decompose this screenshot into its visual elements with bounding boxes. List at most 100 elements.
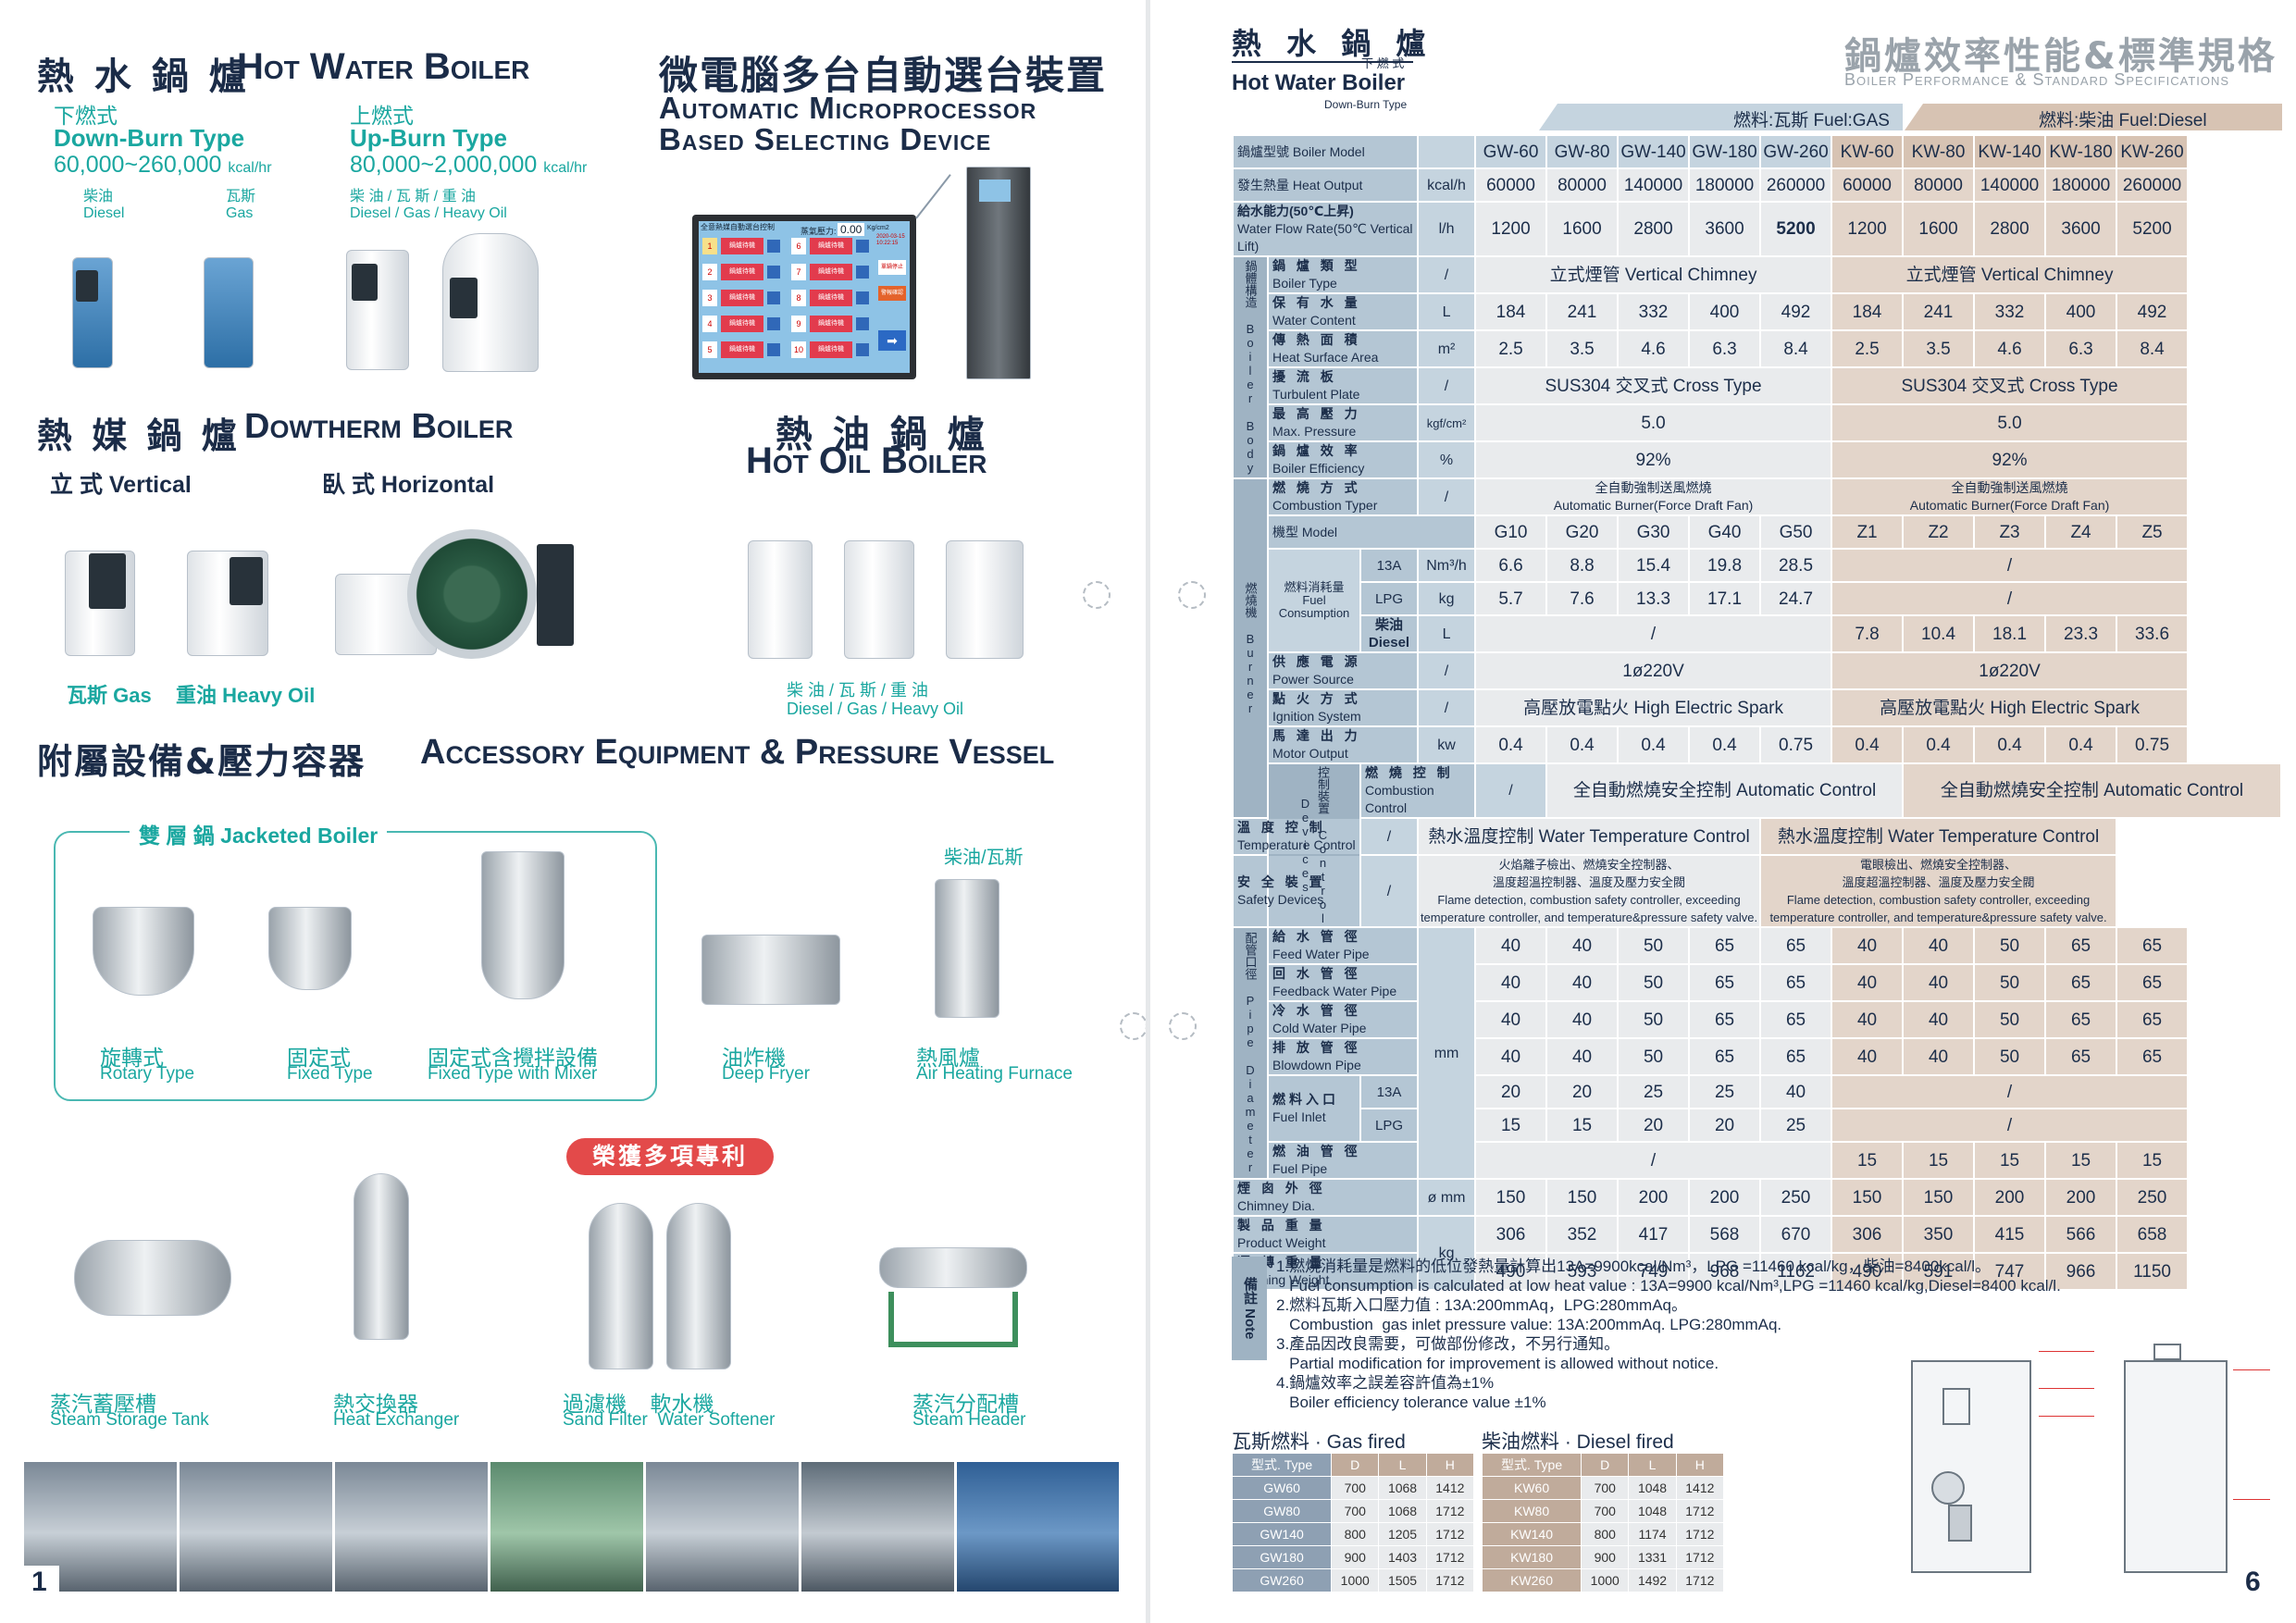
touch-screen[interactable]: 全意熱媒自動選台控制 蒸氣壓力: 0.00 Kg/cm2 2020-03-15 1…	[699, 221, 910, 373]
spec-cell: 立式煙管 Vertical Chimney	[1831, 255, 2190, 294]
header-title-en: Hot Water Boiler	[1232, 70, 1406, 95]
label-en: Blowdown Pipe	[1272, 1058, 1361, 1072]
dim-cell: 1492	[1628, 1568, 1677, 1592]
label-cn: 燃料消耗量	[1284, 580, 1345, 594]
spec-cell: 5.0	[1474, 403, 1833, 442]
water-flow-label: 給水能力(50℃上昇) Water Flow Rate(50℃ Vertical …	[1231, 201, 1420, 257]
spec-cell: 1600	[1545, 201, 1620, 257]
spec-cell: kg	[1417, 581, 1477, 616]
label-en: Feed Water Pipe	[1272, 947, 1370, 961]
spec-cell: 140000	[1973, 167, 2047, 203]
heat-exchanger-image	[354, 1173, 409, 1340]
label-en: Safety Devices	[1237, 892, 1324, 907]
spec-row-label: 最 高 壓 力 Max. Pressure	[1266, 403, 1420, 442]
val-line: temperature controller, and temperature&…	[1769, 911, 2107, 924]
spec-row-label: 擾 流 板 Turbulent Plate	[1266, 366, 1420, 405]
spec-cell: 0.4	[1688, 725, 1762, 764]
label-en: Cold Water Pipe	[1272, 1021, 1367, 1035]
slot-status[interactable]: 鍋爐待機	[810, 290, 852, 306]
dim-row: GW80 700 1068 1712	[1231, 1499, 1475, 1523]
spec-cell: m²	[1417, 329, 1477, 368]
slot-status[interactable]: 鍋爐待機	[721, 316, 763, 332]
val-line: 火焰離子檢出、燃燒安全控制器、	[1498, 858, 1680, 872]
label-cn: 燃 燒 方 式	[1272, 480, 1361, 495]
spec-cell: 65	[1759, 926, 1833, 965]
spec-cell: 492	[2116, 292, 2190, 331]
spec-cell: 150	[1545, 1178, 1620, 1217]
label-en: Heat Surface Area	[1272, 350, 1379, 365]
model-label: 鍋爐型號 Boiler Model	[1231, 134, 1420, 169]
dim-cell: 1000	[1581, 1568, 1630, 1592]
spec-cell: 4.6	[1973, 329, 2047, 368]
spec-cell: 8.8	[1545, 548, 1620, 583]
alarm-ack-button[interactable]: 警報確認	[878, 286, 906, 301]
spec-cell: G30	[1617, 514, 1691, 550]
steam-header-image	[879, 1247, 1027, 1288]
fuel-gas-label: 燃料:瓦斯 Fuel:GAS	[1733, 111, 1890, 130]
binder-hole	[1178, 581, 1206, 609]
spec-cell: 40	[1474, 1000, 1548, 1039]
spec-cell: /	[1474, 614, 1833, 653]
dim-header: 型式. Type	[1481, 1453, 1582, 1477]
spec-row-label: 製 品 重 量 Product Weight	[1231, 1215, 1420, 1254]
dowtherm-vertical: 立 式 Vertical	[50, 472, 192, 498]
val-line: temperature controller, and temperature&…	[1420, 911, 1758, 924]
spec-cell: 1150	[2116, 1252, 2190, 1291]
label-en: Combustion Control	[1365, 783, 1434, 815]
spec-cell: /	[1831, 1108, 2190, 1143]
dim-row: GW180 900 1403 1712	[1231, 1545, 1475, 1569]
spec-cell: 241	[1545, 292, 1620, 331]
spec-cell: 150	[1474, 1178, 1548, 1217]
diesel-dims-title: 柴油燃料 · Diesel fired	[1482, 1431, 1674, 1453]
label-en: Fuel Inlet	[1272, 1109, 1326, 1124]
slot-status[interactable]: 鍋爐待機	[810, 341, 852, 358]
spec-cell: 332	[1973, 292, 2047, 331]
spec-cell: 150	[1831, 1178, 1905, 1217]
binder-hole	[1083, 581, 1111, 609]
spec-cell: 40	[1545, 926, 1620, 965]
stop-button[interactable]: 單鍋停止	[878, 260, 906, 275]
accessory-title-en: Accessory Equipment & Pressure Vessel	[420, 733, 1055, 772]
spec-cell: 熱水溫度控制 Water Temperature Control	[1417, 817, 1762, 856]
slot-number: 1	[702, 238, 717, 254]
slot-status[interactable]: 鍋爐待機	[810, 264, 852, 280]
label-cn: 燃 燒 控 制	[1365, 765, 1454, 780]
slot-status[interactable]: 鍋爐待機	[810, 238, 852, 254]
accessory-label-en: Air Heating Furnace	[916, 1064, 1073, 1084]
spec-cell: 25	[1688, 1074, 1762, 1109]
spec-row: 最 高 壓 力 Max. Pressure kgf/cm² 5.0 5.0	[1233, 403, 2281, 442]
spec-row: 燃燒機 Burner 燃 燒 方 式 Combustion Typer / 全自動強制送…	[1232, 477, 2281, 819]
header-sub-cn: 下 燃 式	[1361, 56, 1405, 70]
mixer-kettle-image	[481, 851, 565, 999]
dim-cell: 1712	[1425, 1568, 1475, 1592]
spec-cell: 260000	[1759, 167, 1833, 203]
next-arrow-icon[interactable]: ➡	[878, 330, 906, 351]
spec-row: LPG 15 15 20 20 25/	[1233, 1108, 2281, 1143]
spec-cell: 1ø220V	[1831, 651, 2190, 690]
spec-cell: 65	[1688, 1000, 1762, 1039]
slot-status[interactable]: 鍋爐待機	[721, 290, 763, 306]
spec-cell: 20	[1617, 1108, 1691, 1143]
label-en: Turbulent Plate	[1272, 387, 1360, 402]
spec-row: 排 放 管 徑 Blowdown Pipe 40 40 50 65 65 40 40 50 65 65	[1233, 1037, 2281, 1076]
note-line: Combustion gas inlet pressure value: 13A…	[1276, 1316, 1782, 1333]
spec-cell: 0.4	[1617, 725, 1691, 764]
slot-status[interactable]: 鍋爐待機	[721, 341, 763, 358]
burner-model-label: 機型 Model	[1266, 514, 1477, 550]
spec-cell: 15	[1545, 1108, 1620, 1143]
spec-row: 配管口徑 Pipe Diameter 給 水 管 徑 Feed Water Pipe…	[1232, 926, 2281, 1180]
spec-cell: Z3	[1973, 514, 2047, 550]
dim-cell: 700	[1581, 1476, 1630, 1500]
slot-status[interactable]: 鍋爐待機	[721, 238, 763, 254]
dimension-diagram	[1891, 1332, 2279, 1582]
dim-cell: 1412	[1675, 1476, 1725, 1500]
callout-line	[2039, 1416, 2094, 1417]
slot-status[interactable]: 鍋爐待機	[721, 264, 763, 280]
slot-status[interactable]: 鍋爐待機	[810, 316, 852, 332]
spec-cell: 15	[1474, 1108, 1548, 1143]
spec-cell: 60000	[1474, 167, 1548, 203]
spec-cell: 20	[1545, 1074, 1620, 1109]
spec-row: 溫 度 控 制 Temperature Control / 熱水溫度控制 Water …	[1232, 817, 2281, 856]
spec-cell: 3600	[1688, 201, 1762, 257]
spec-cell: /	[1474, 1141, 1833, 1180]
